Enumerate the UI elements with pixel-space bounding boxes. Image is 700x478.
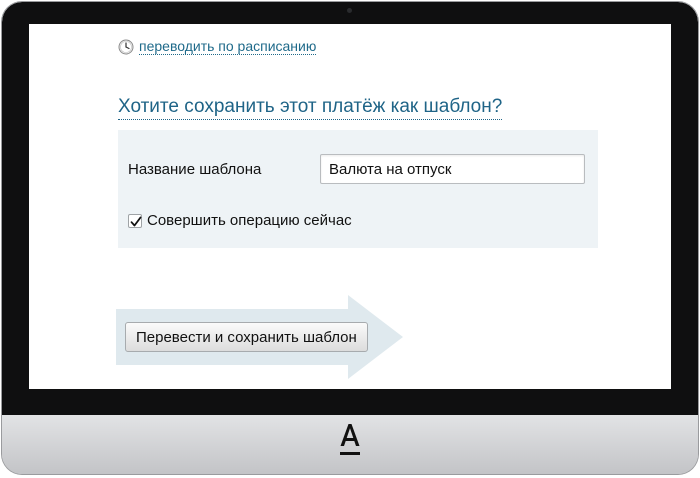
template-name-input[interactable] <box>320 154 585 184</box>
template-form-panel: Название шаблона Совершить операцию сейч… <box>118 130 598 248</box>
save-template-question: Хотите сохранить этот платёж как шаблон? <box>118 95 503 120</box>
schedule-link[interactable]: переводить по расписанию <box>139 38 317 55</box>
camera-dot <box>347 8 352 13</box>
execute-now-checkbox[interactable] <box>128 213 142 228</box>
template-name-label: Название шаблона <box>128 161 262 178</box>
checkmark-icon <box>130 216 142 226</box>
alfa-bank-logo <box>340 424 360 455</box>
execute-now-row: Совершить операцию сейчас <box>128 212 352 229</box>
schedule-row: переводить по расписанию <box>118 38 317 55</box>
execute-now-label: Совершить операцию сейчас <box>147 212 352 229</box>
monitor-bezel: переводить по расписанию Хотите сохранит… <box>2 2 698 415</box>
monitor: переводить по расписанию Хотите сохранит… <box>2 2 698 474</box>
clock-icon <box>118 39 134 54</box>
monitor-chin <box>2 415 698 474</box>
transfer-and-save-button[interactable]: Перевести и сохранить шаблон <box>125 322 368 352</box>
screen: переводить по расписанию Хотите сохранит… <box>29 24 671 389</box>
